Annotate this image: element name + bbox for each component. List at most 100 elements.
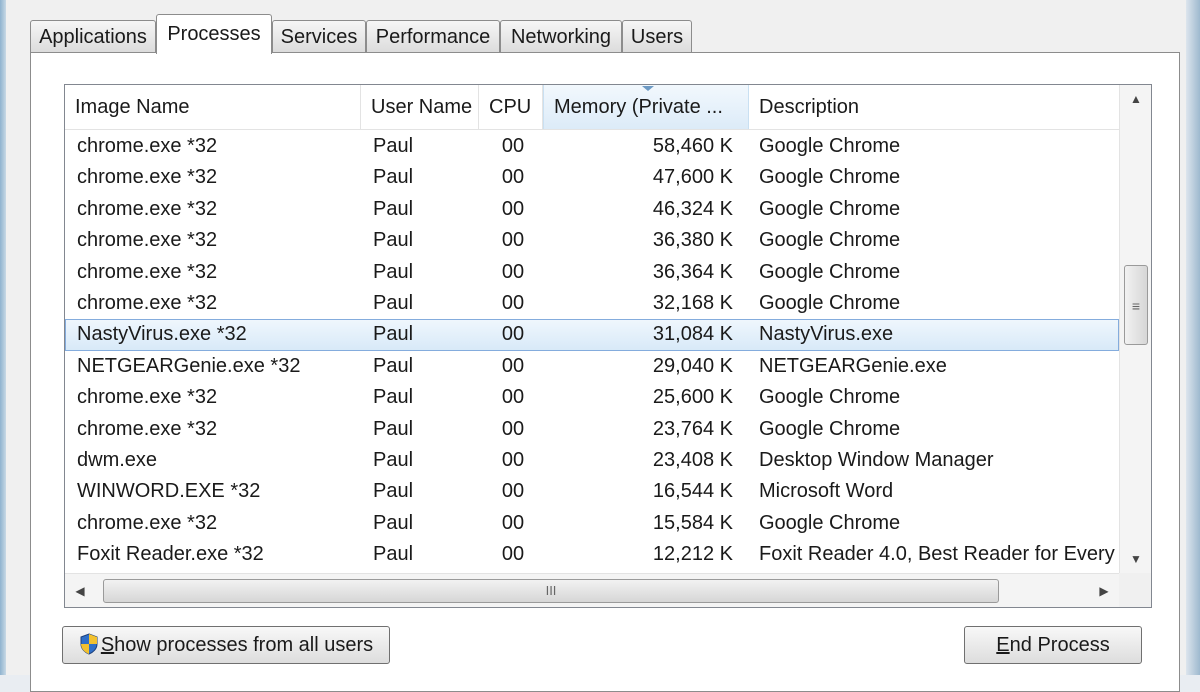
- cell-memory: 23,408 K: [652, 448, 733, 471]
- task-manager-client: Applications Processes Services Performa…: [6, 0, 1186, 692]
- cell-cpu: 00: [501, 417, 525, 440]
- cell-description: Google Chrome: [759, 197, 901, 220]
- cell-user-name: Paul: [373, 197, 414, 220]
- tab-services[interactable]: Services: [272, 20, 366, 52]
- cell-cpu: 00: [501, 197, 525, 220]
- cell-description: Microsoft Word: [759, 480, 894, 503]
- process-list-header: Image Name User Name CPU Memory (Private…: [65, 85, 1119, 130]
- scroll-right-arrow-icon[interactable]: ▶: [1089, 574, 1119, 607]
- cell-user-name: Paul: [373, 480, 414, 503]
- cell-user-name: Paul: [373, 354, 414, 377]
- cell-image-name: NastyVirus.exe *32: [77, 323, 247, 346]
- table-row[interactable]: chrome.exe *32 Paul 00 47,600 K Google Chrom…: [65, 162, 1119, 193]
- cell-description: NastyVirus.exe: [759, 323, 894, 346]
- scroll-left-arrow-icon[interactable]: ◀: [65, 574, 95, 607]
- cell-cpu: 00: [501, 229, 525, 252]
- cell-description: NETGEARGenie.exe: [759, 354, 947, 377]
- cell-cpu: 00: [501, 543, 525, 566]
- column-header-memory-label: Memory (Private ...: [554, 96, 723, 118]
- cell-cpu: 00: [501, 166, 525, 189]
- end-process-accel: E: [996, 634, 1010, 656]
- cell-image-name: chrome.exe *32: [77, 229, 218, 252]
- cell-memory: 32,168 K: [652, 291, 733, 314]
- table-row[interactable]: dwm.exe Paul 00 23,408 K Desktop Window Mana…: [65, 445, 1119, 476]
- show-all-users-label: how processes from all users: [114, 634, 374, 656]
- table-row[interactable]: chrome.exe *32 Paul 00 46,324 K Google Chrom…: [65, 194, 1119, 225]
- tab-applications[interactable]: Applications: [30, 20, 156, 52]
- table-row[interactable]: chrome.exe *32 Paul 00 36,380 K Google Chrom…: [65, 225, 1119, 256]
- column-header-image-name[interactable]: Image Name: [65, 85, 361, 129]
- cell-image-name: dwm.exe: [77, 448, 158, 471]
- scroll-up-arrow-icon[interactable]: ▲: [1120, 85, 1151, 113]
- column-header-user-name[interactable]: User Name: [361, 85, 479, 129]
- cell-cpu: 00: [501, 135, 525, 157]
- process-rows: chrome.exe *32 Paul 00 58,460 K Google Chrom…: [65, 131, 1119, 570]
- column-header-description[interactable]: Description: [749, 85, 1119, 129]
- cell-memory: 29,040 K: [652, 354, 733, 377]
- scrollbar-corner: [1119, 573, 1151, 607]
- cell-memory: 23,764 K: [652, 417, 733, 440]
- cell-memory: 12,212 K: [652, 543, 733, 566]
- cell-image-name: chrome.exe *32: [77, 197, 218, 220]
- vertical-scrollbar[interactable]: ▲ ≡ ▼: [1119, 85, 1151, 573]
- cell-image-name: NETGEARGenie.exe *32: [77, 354, 301, 377]
- cell-description: Google Chrome: [759, 386, 901, 409]
- horizontal-scrollbar[interactable]: ◀ III ▶: [65, 573, 1119, 607]
- cell-description: Google Chrome: [759, 260, 901, 283]
- cell-image-name: chrome.exe *32: [77, 417, 218, 440]
- process-list[interactable]: Image Name User Name CPU Memory (Private…: [64, 84, 1152, 608]
- cell-description: Google Chrome: [759, 135, 901, 157]
- cell-user-name: Paul: [373, 386, 414, 409]
- end-process-button[interactable]: End Process: [964, 626, 1142, 664]
- table-row[interactable]: NETGEARGenie.exe *32 Paul 00 29,040 K NETGEA…: [65, 351, 1119, 382]
- cell-memory: 31,084 K: [652, 323, 733, 346]
- cell-memory: 58,460 K: [652, 135, 733, 157]
- cell-cpu: 00: [501, 354, 525, 377]
- cell-memory: 36,380 K: [652, 229, 733, 252]
- end-process-label: nd Process: [1009, 634, 1110, 656]
- cell-cpu: 00: [501, 291, 525, 314]
- window-frame-right: [1186, 0, 1200, 675]
- table-row[interactable]: chrome.exe *32 Paul 00 25,600 K Google Chrom…: [65, 382, 1119, 413]
- tab-performance[interactable]: Performance: [366, 20, 500, 52]
- column-header-cpu[interactable]: CPU: [479, 85, 543, 129]
- tab-networking[interactable]: Networking: [500, 20, 622, 52]
- table-row[interactable]: chrome.exe *32 Paul 00 58,460 K Google Chrom…: [65, 131, 1119, 162]
- tab-users[interactable]: Users: [622, 20, 692, 52]
- cell-user-name: Paul: [373, 448, 414, 471]
- cell-user-name: Paul: [373, 543, 414, 566]
- cell-user-name: Paul: [373, 417, 414, 440]
- cell-description: Google Chrome: [759, 229, 901, 252]
- vertical-scroll-thumb[interactable]: ≡: [1124, 265, 1148, 345]
- cell-memory: 15,584 K: [652, 511, 733, 534]
- scroll-down-arrow-icon[interactable]: ▼: [1120, 545, 1151, 573]
- cell-user-name: Paul: [373, 135, 414, 157]
- horizontal-scroll-thumb[interactable]: III: [103, 579, 999, 603]
- cell-image-name: chrome.exe *32: [77, 260, 218, 283]
- tab-processes[interactable]: Processes: [156, 14, 272, 54]
- cell-user-name: Paul: [373, 166, 414, 189]
- table-row[interactable]: WINWORD.EXE *32 Paul 00 16,544 K Microsoft W…: [65, 476, 1119, 507]
- cell-cpu: 00: [501, 480, 525, 503]
- cell-cpu: 00: [501, 323, 525, 346]
- cell-memory: 25,600 K: [652, 386, 733, 409]
- cell-image-name: chrome.exe *32: [77, 511, 218, 534]
- table-row[interactable]: NastyVirus.exe *32 Paul 00 31,084 K NastyVir…: [65, 319, 1119, 351]
- table-row[interactable]: chrome.exe *32 Paul 00 15,584 K Google Chrom…: [65, 508, 1119, 539]
- show-all-users-button[interactable]: Show processes from all users: [62, 626, 390, 664]
- cell-user-name: Paul: [373, 229, 414, 252]
- cell-description: Google Chrome: [759, 417, 901, 440]
- cell-memory: 46,324 K: [652, 197, 733, 220]
- table-row[interactable]: chrome.exe *32 Paul 00 23,764 K Google Chrom…: [65, 414, 1119, 445]
- column-header-memory[interactable]: Memory (Private ...: [543, 85, 749, 129]
- cell-user-name: Paul: [373, 291, 414, 314]
- cell-user-name: Paul: [373, 260, 414, 283]
- table-row[interactable]: Foxit Reader.exe *32 Paul 00 12,212 K Foxit …: [65, 539, 1119, 570]
- cell-description: Foxit Reader 4.0, Best Reader for Every: [759, 543, 1115, 566]
- uac-shield-icon: [80, 633, 98, 655]
- cell-image-name: WINWORD.EXE *32: [77, 480, 261, 503]
- cell-memory: 16,544 K: [652, 480, 733, 503]
- cell-cpu: 00: [501, 260, 525, 283]
- table-row[interactable]: chrome.exe *32 Paul 00 32,168 K Google Chrom…: [65, 288, 1119, 319]
- table-row[interactable]: chrome.exe *32 Paul 00 36,364 K Google Chrom…: [65, 257, 1119, 288]
